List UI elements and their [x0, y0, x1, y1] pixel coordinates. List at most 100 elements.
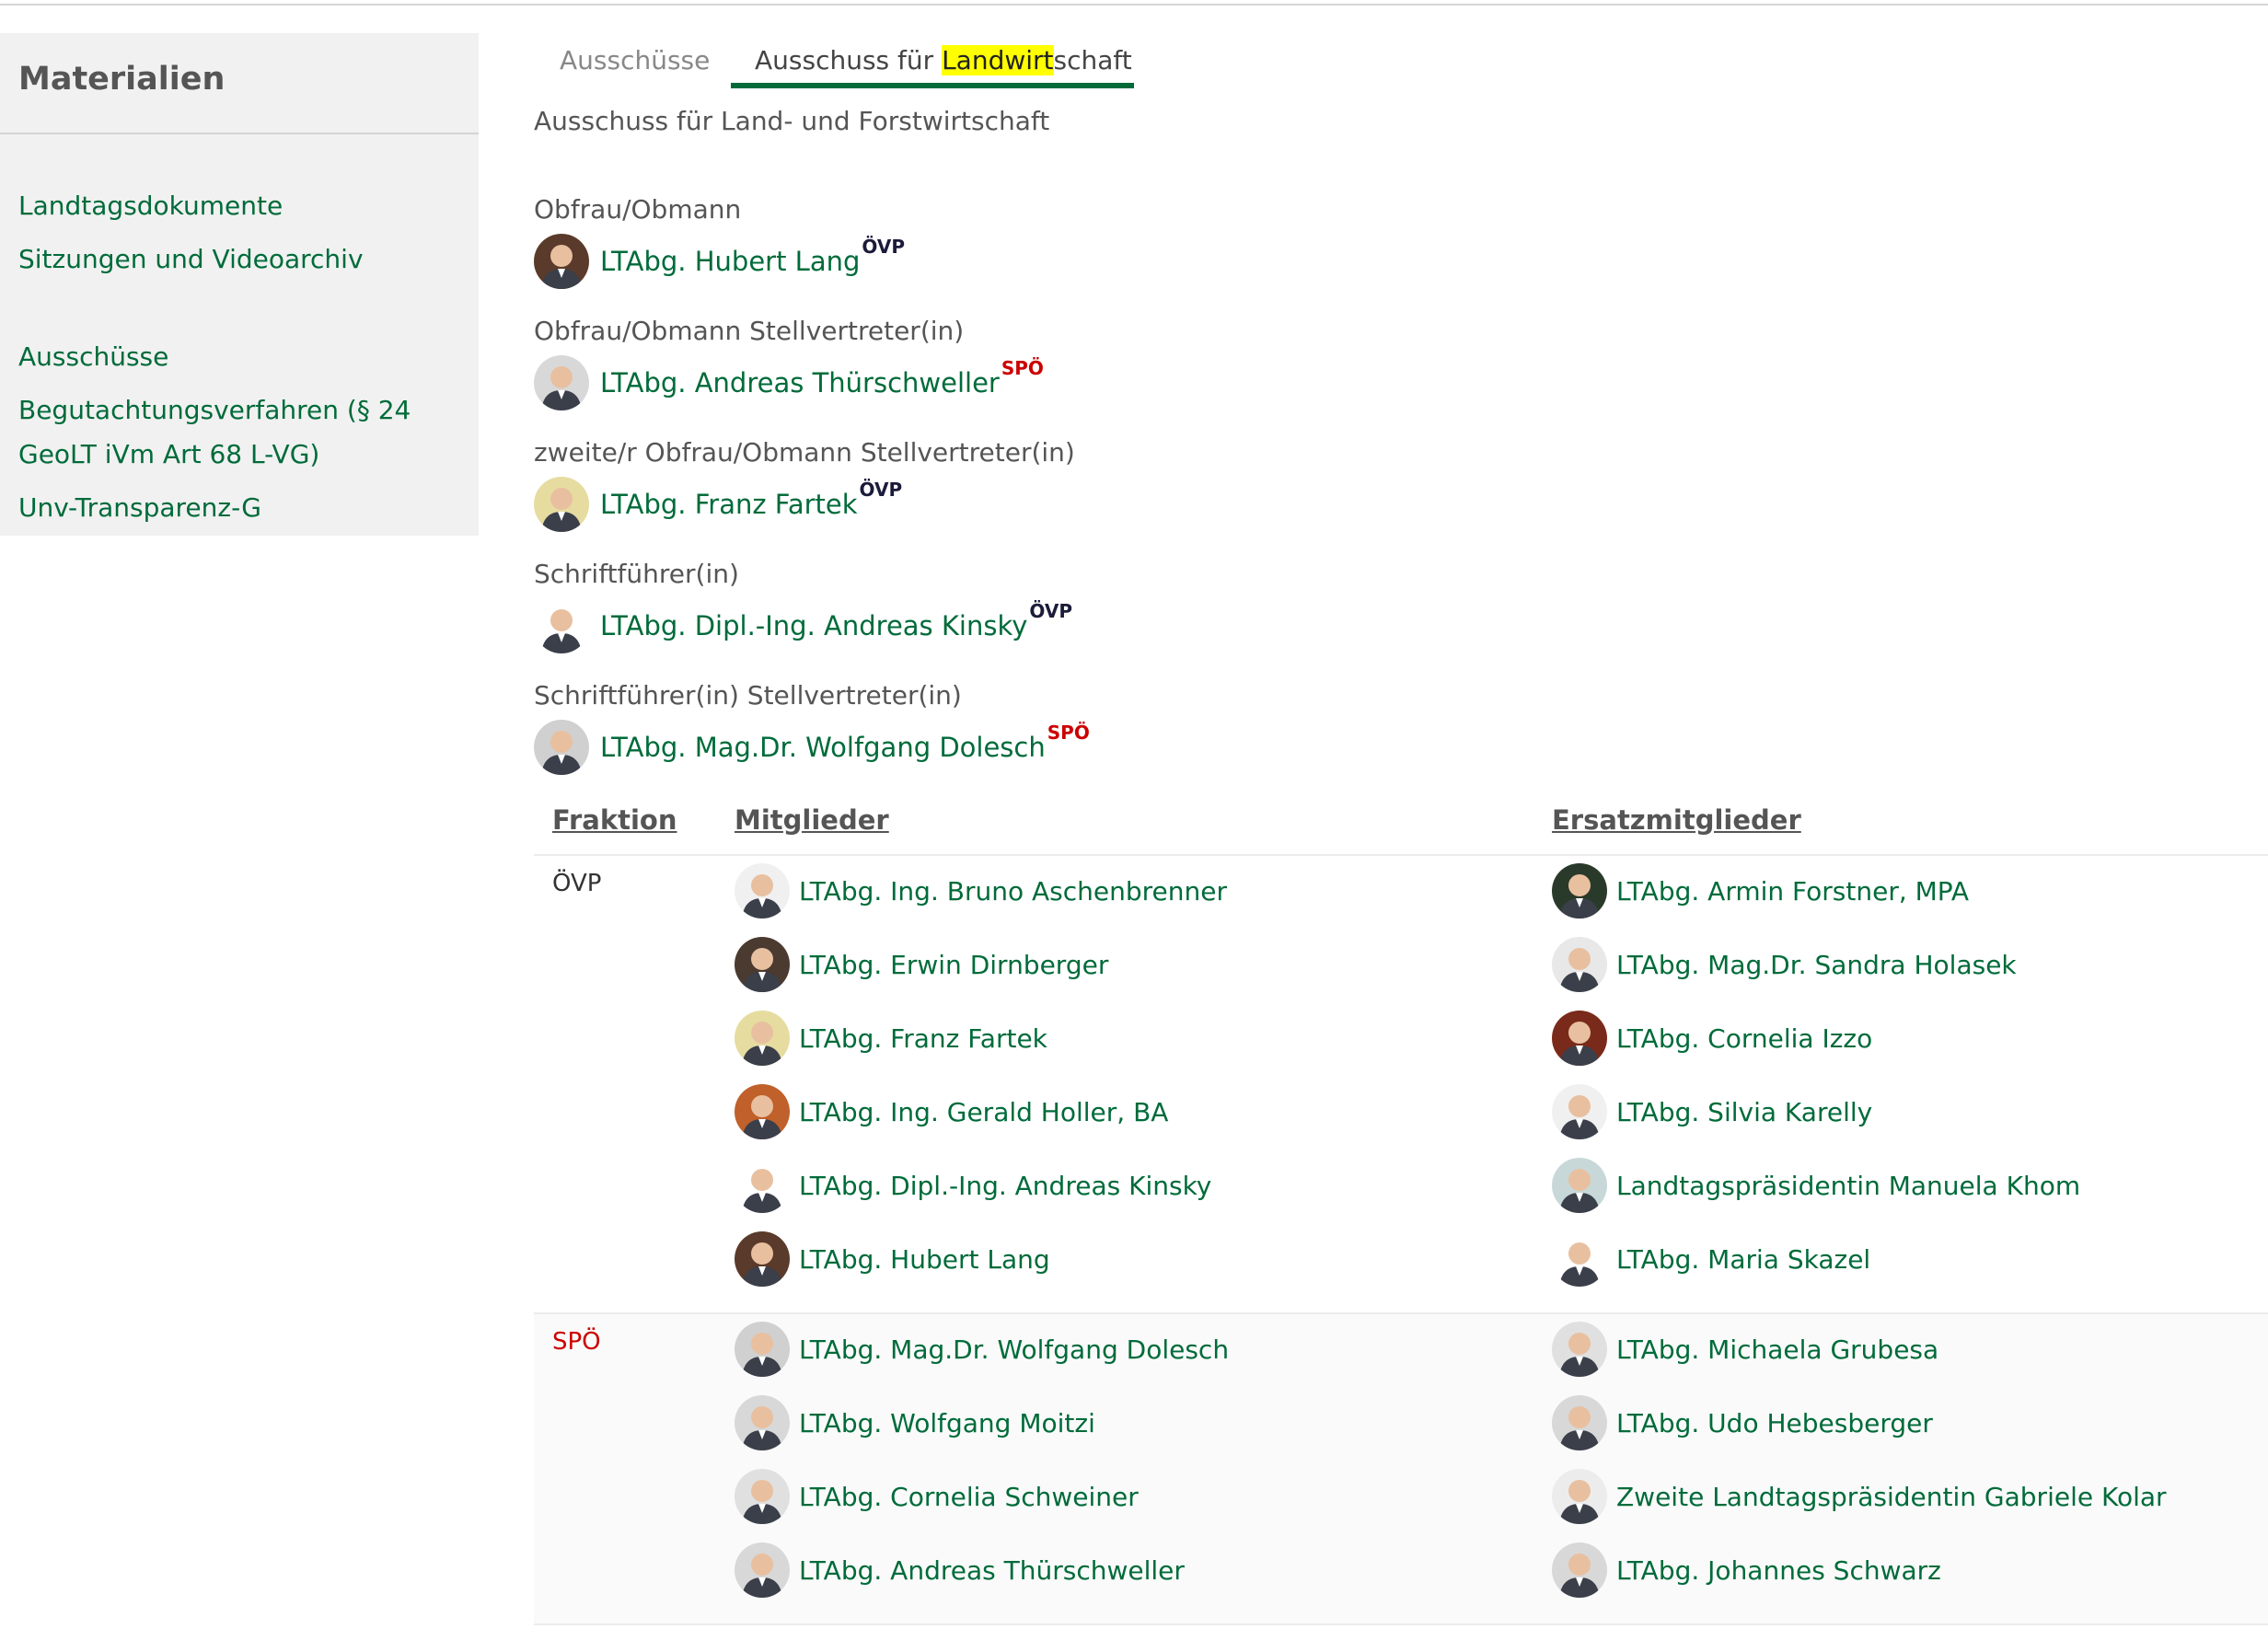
member-name[interactable]: Landtagspräsidentin Manuela Khom — [1616, 1171, 2080, 1201]
column-header-fraktion[interactable]: Fraktion — [552, 804, 677, 836]
member-name[interactable]: LTAbg. Mag.Dr. Sandra Holasek — [1616, 950, 2017, 980]
table-row[interactable]: LTAbg. Michaela Grubesa — [1552, 1322, 1938, 1377]
avatar — [735, 1322, 790, 1377]
sidebar: Materialien Landtagsdokumente Sitzungen … — [0, 33, 479, 536]
party-badge: SPÖ — [1001, 357, 1044, 379]
tab-ausschuss-landwirtschaft[interactable]: Ausschuss für Landwirtschaft — [755, 40, 1132, 81]
person-link[interactable]: LTAbg. Mag.Dr. Wolfgang Dolesch — [600, 732, 1046, 763]
table-row[interactable]: LTAbg. Dipl.-Ing. Andreas Kinsky — [735, 1158, 1211, 1213]
tab-label-suffix: schaft — [1053, 45, 1132, 75]
member-name[interactable]: LTAbg. Cornelia Izzo — [1616, 1023, 1872, 1054]
party-badge: SPÖ — [1047, 722, 1090, 744]
sidebar-divider — [0, 133, 479, 134]
member-name[interactable]: LTAbg. Udo Hebesberger — [1616, 1408, 1933, 1438]
member-name[interactable]: Zweite Landtagspräsidentin Gabriele Kola… — [1616, 1482, 2167, 1512]
table-row[interactable]: Zweite Landtagspräsidentin Gabriele Kola… — [1552, 1469, 2167, 1524]
column-header-mitglieder[interactable]: Mitglieder — [735, 804, 889, 836]
avatar — [735, 1158, 790, 1213]
party-badge: ÖVP — [859, 479, 903, 501]
avatar — [1552, 1158, 1607, 1213]
fraktion-label-oevp: ÖVP — [552, 870, 602, 897]
member-name[interactable]: LTAbg. Johannes Schwarz — [1616, 1555, 1941, 1586]
table-row-divider — [534, 1312, 2268, 1314]
person-link[interactable]: LTAbg. Andreas Thürschweller — [600, 367, 1000, 399]
avatar — [534, 477, 589, 532]
search-highlight: Landwirt — [942, 45, 1054, 75]
member-name[interactable]: LTAbg. Franz Fartek — [799, 1023, 1047, 1054]
avatar — [1552, 1322, 1607, 1377]
member-name[interactable]: LTAbg. Erwin Dirnberger — [799, 950, 1108, 980]
avatar — [735, 863, 790, 918]
member-name[interactable]: LTAbg. Hubert Lang — [799, 1244, 1050, 1275]
table-row[interactable]: LTAbg. Hubert Lang — [735, 1231, 1050, 1287]
person-link[interactable]: LTAbg. Hubert Lang — [600, 246, 860, 277]
column-header-ersatzmitglieder[interactable]: Ersatzmitglieder — [1552, 804, 1801, 836]
role-label-schriftfuehrer-stv: Schriftführer(in) Stellvertreter(in) — [534, 680, 962, 711]
sidebar-link-transparenz[interactable]: Unv-Transparenz-G — [18, 486, 261, 530]
role-person-schriftfuehrer-stv: LTAbg. Mag.Dr. Wolfgang Dolesch SPÖ — [534, 720, 1090, 775]
table-row[interactable]: LTAbg. Udo Hebesberger — [1552, 1395, 1933, 1450]
member-name[interactable]: LTAbg. Maria Skazel — [1616, 1244, 1870, 1275]
avatar — [735, 937, 790, 992]
avatar — [1552, 1395, 1607, 1450]
table-row[interactable]: LTAbg. Wolfgang Moitzi — [735, 1395, 1095, 1450]
top-border — [0, 0, 2268, 6]
avatar — [1552, 1084, 1607, 1139]
avatar — [1552, 1469, 1607, 1524]
tab-ausschuesse[interactable]: Ausschüsse — [560, 40, 710, 81]
member-name[interactable]: LTAbg. Michaela Grubesa — [1616, 1334, 1938, 1365]
role-person-obmann: LTAbg. Hubert Lang ÖVP — [534, 234, 905, 289]
table-row[interactable]: LTAbg. Franz Fartek — [735, 1011, 1047, 1066]
avatar — [735, 1542, 790, 1598]
table-row[interactable]: LTAbg. Mag.Dr. Wolfgang Dolesch — [735, 1322, 1229, 1377]
role-person-stellvertreter: LTAbg. Andreas Thürschweller SPÖ — [534, 355, 1044, 410]
member-name[interactable]: LTAbg. Armin Forstner, MPA — [1616, 876, 1969, 907]
table-row[interactable]: LTAbg. Andreas Thürschweller — [735, 1542, 1185, 1598]
avatar — [534, 720, 589, 775]
member-name[interactable]: LTAbg. Dipl.-Ing. Andreas Kinsky — [799, 1171, 1211, 1201]
sidebar-link-sitzungen[interactable]: Sitzungen und Videoarchiv — [18, 237, 364, 282]
person-link[interactable]: LTAbg. Dipl.-Ing. Andreas Kinsky — [600, 610, 1027, 641]
table-row[interactable]: Landtagspräsidentin Manuela Khom — [1552, 1158, 2080, 1213]
role-label-obmann: Obfrau/Obmann — [534, 194, 742, 225]
avatar — [735, 1011, 790, 1066]
sidebar-link-landtagsdokumente[interactable]: Landtagsdokumente — [18, 184, 283, 228]
table-row[interactable]: LTAbg. Erwin Dirnberger — [735, 937, 1108, 992]
table-row-divider — [534, 1623, 2268, 1625]
sidebar-link-begutachtung-line2[interactable]: GeoLT iVm Art 68 L-VG) — [18, 433, 319, 477]
role-person-schriftfuehrer: LTAbg. Dipl.-Ing. Andreas Kinsky ÖVP — [534, 598, 1072, 653]
active-tab-indicator — [731, 83, 1134, 88]
avatar — [1552, 1542, 1607, 1598]
avatar — [1552, 1011, 1607, 1066]
avatar — [735, 1084, 790, 1139]
table-row[interactable]: LTAbg. Cornelia Schweiner — [735, 1469, 1139, 1524]
person-link[interactable]: LTAbg. Franz Fartek — [600, 489, 858, 520]
table-row[interactable]: LTAbg. Ing. Bruno Aschenbrenner — [735, 863, 1227, 918]
member-name[interactable]: LTAbg. Ing. Gerald Holler, BA — [799, 1097, 1168, 1127]
role-person-zweite-stellvertreter: LTAbg. Franz Fartek ÖVP — [534, 477, 902, 532]
member-name[interactable]: LTAbg. Silvia Karelly — [1616, 1097, 1872, 1127]
member-name[interactable]: LTAbg. Andreas Thürschweller — [799, 1555, 1185, 1586]
sidebar-title: Materialien — [18, 61, 226, 98]
member-name[interactable]: LTAbg. Wolfgang Moitzi — [799, 1408, 1095, 1438]
table-row[interactable]: LTAbg. Armin Forstner, MPA — [1552, 863, 1969, 918]
sidebar-link-ausschuesse[interactable]: Ausschüsse — [18, 335, 168, 379]
avatar — [1552, 937, 1607, 992]
table-row[interactable]: LTAbg. Johannes Schwarz — [1552, 1542, 1941, 1598]
sidebar-link-begutachtung-line1[interactable]: Begutachtungsverfahren (§ 24 — [18, 388, 411, 433]
avatar — [735, 1231, 790, 1287]
party-badge: ÖVP — [1029, 600, 1072, 622]
table-row[interactable]: LTAbg. Cornelia Izzo — [1552, 1011, 1872, 1066]
member-name[interactable]: LTAbg. Cornelia Schweiner — [799, 1482, 1139, 1512]
member-name[interactable]: LTAbg. Mag.Dr. Wolfgang Dolesch — [799, 1334, 1229, 1365]
table-row[interactable]: LTAbg. Silvia Karelly — [1552, 1084, 1872, 1139]
member-name[interactable]: LTAbg. Ing. Bruno Aschenbrenner — [799, 876, 1227, 907]
avatar — [1552, 863, 1607, 918]
role-label-stellvertreter: Obfrau/Obmann Stellvertreter(in) — [534, 316, 965, 346]
table-row[interactable]: LTAbg. Mag.Dr. Sandra Holasek — [1552, 937, 2017, 992]
avatar — [534, 234, 589, 289]
table-row[interactable]: LTAbg. Ing. Gerald Holler, BA — [735, 1084, 1168, 1139]
role-label-zweite-stellvertreter: zweite/r Obfrau/Obmann Stellvertreter(in… — [534, 437, 1075, 468]
table-row[interactable]: LTAbg. Maria Skazel — [1552, 1231, 1870, 1287]
avatar — [534, 598, 589, 653]
